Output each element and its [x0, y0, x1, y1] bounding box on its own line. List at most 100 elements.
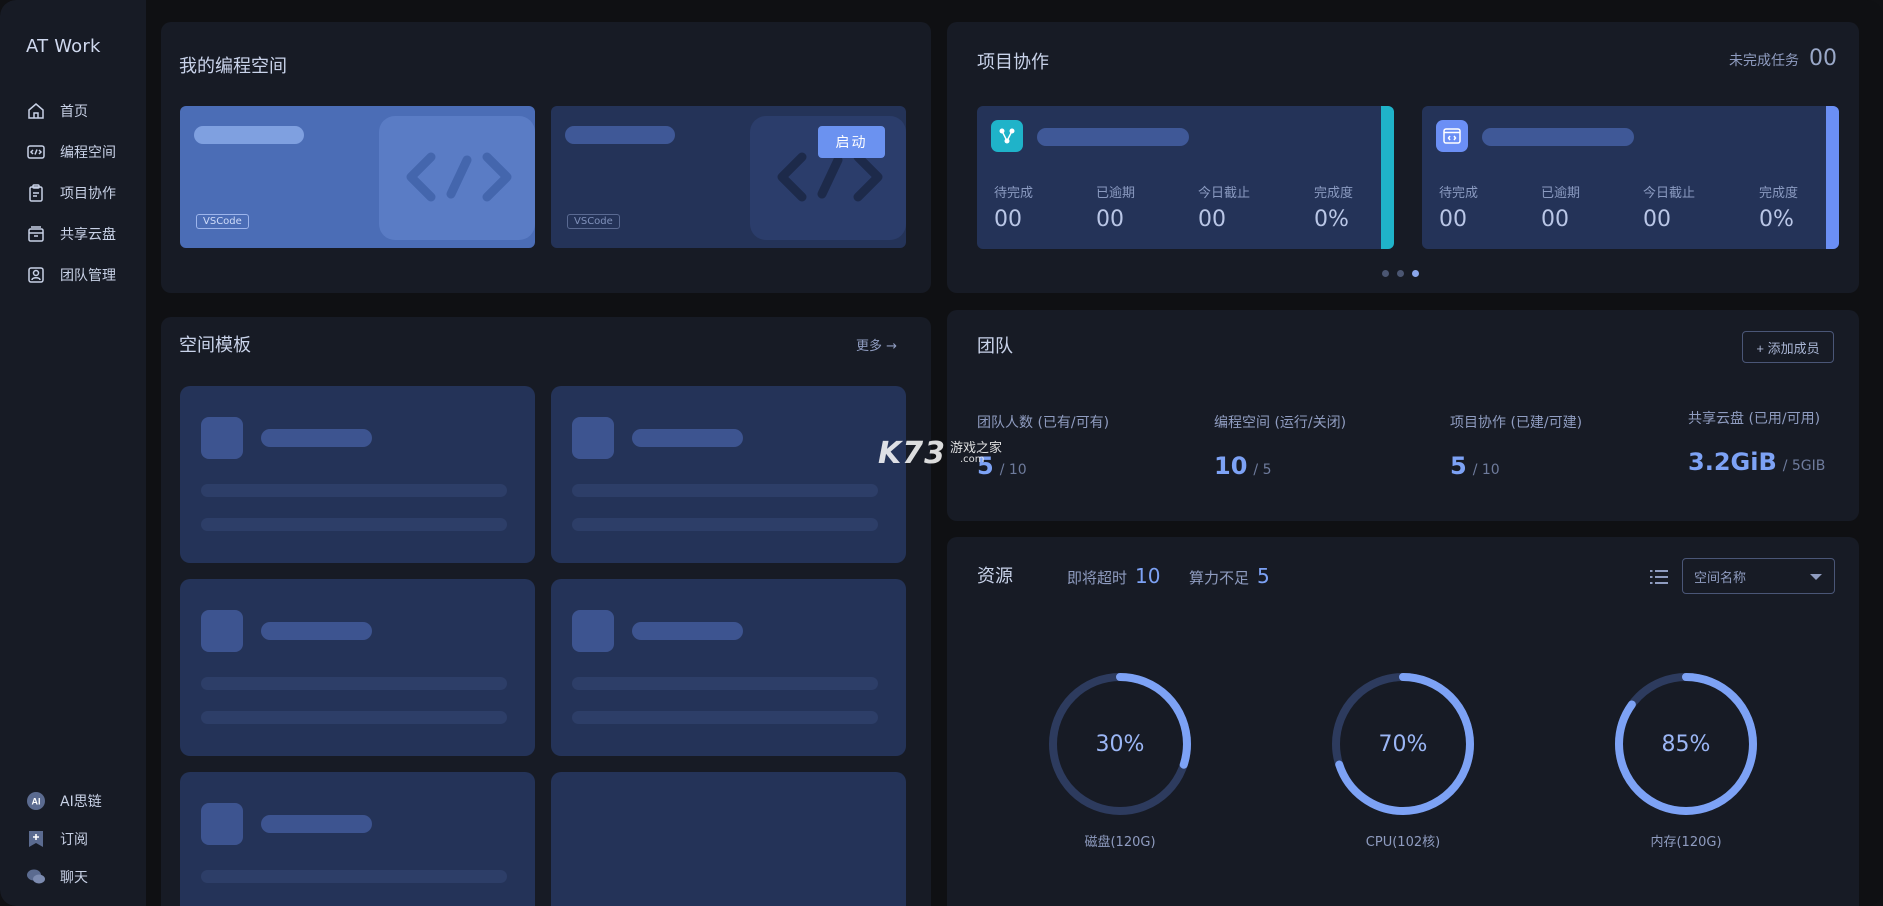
brand-logo: AT Work — [26, 36, 101, 57]
nav-label: 共享云盘 — [60, 226, 116, 243]
nav-label: 首页 — [60, 103, 88, 120]
list-icon[interactable] — [1650, 569, 1668, 585]
ide-tag: VSCode — [196, 214, 249, 229]
gauge-label: CPU(102核) — [1365, 835, 1441, 850]
pending-label: 未完成任务 — [1729, 53, 1799, 69]
template-card[interactable] — [180, 579, 535, 756]
nav-item-subscribe[interactable]: 订阅 — [26, 820, 136, 858]
more-link[interactable]: 更多 → — [856, 335, 897, 354]
carousel-dot[interactable] — [1397, 270, 1404, 277]
start-button[interactable]: 启动 — [818, 126, 885, 158]
stat-value: 0% — [1759, 207, 1794, 232]
projects-title: 项目协作 — [977, 52, 1049, 73]
stat-overdue: 已逾期 00 — [1096, 182, 1135, 232]
metric-label: 即将超时 — [1067, 569, 1128, 587]
templates-title: 空间模板 — [179, 335, 251, 356]
accent-bar — [1381, 106, 1394, 249]
code-window-icon — [1436, 120, 1468, 152]
gauge-percent: 70% — [1378, 731, 1428, 757]
stat-value: 3.2GiB — [1688, 448, 1777, 476]
card-title-placeholder — [565, 126, 675, 144]
template-icon-placeholder — [572, 610, 614, 652]
project-card[interactable]: 待完成 00 已逾期 00 今日截止 00 完成度 0% — [1422, 106, 1839, 249]
ai-icon: AI — [27, 792, 45, 810]
stat-value: 00 — [1198, 207, 1226, 232]
stat-value: 5 — [1450, 452, 1467, 480]
stat-value: 00 — [1541, 207, 1569, 232]
template-card[interactable] — [180, 772, 535, 906]
gauge-label: 内存(120G) — [1650, 835, 1722, 850]
template-title-placeholder — [632, 622, 743, 640]
project-card[interactable]: 待完成 00 已逾期 00 今日截止 00 完成度 0% — [977, 106, 1394, 249]
stat-label: 完成度 — [1759, 186, 1799, 201]
template-card-empty[interactable] — [551, 772, 906, 906]
workspace-title: 我的编程空间 — [179, 56, 287, 77]
template-desc-placeholder — [201, 518, 507, 531]
team-title: 团队 — [977, 336, 1013, 357]
nav-item-home[interactable]: 首页 — [26, 90, 136, 131]
stat-label: 团队人数 (已有/可有) — [977, 415, 1110, 431]
accent-bar — [1826, 106, 1839, 249]
nav-label: 项目协作 — [60, 185, 116, 202]
watermark-mark: K73 — [878, 436, 946, 471]
gauge-label: 磁盘(120G) — [1084, 835, 1156, 850]
cpu-gauge: 70% — [1328, 669, 1478, 819]
add-member-button[interactable]: + 添加成员 — [1742, 331, 1834, 363]
stat-value: 00 — [1096, 207, 1124, 232]
team-icon — [28, 266, 44, 283]
stat-value: 00 — [994, 207, 1022, 232]
bottom-nav: AI AI思链 订阅 聊天 — [26, 782, 136, 896]
space-name-select[interactable]: 空间名称 — [1682, 558, 1835, 594]
stat-label: 已逾期 — [1096, 186, 1136, 201]
carousel-dot[interactable] — [1382, 270, 1389, 277]
stat-total: / 10 — [999, 462, 1027, 478]
template-card[interactable] — [551, 386, 906, 563]
stat-label: 共享云盘 (已用/可用) — [1688, 411, 1821, 427]
template-title-placeholder — [261, 622, 372, 640]
watermark-domain: .com — [960, 454, 985, 465]
stat-overdue: 已逾期 00 — [1541, 182, 1580, 232]
chevron-down-icon — [1810, 574, 1822, 580]
nav-item-projects[interactable]: 项目协作 — [26, 172, 136, 213]
stat-label: 已逾期 — [1541, 186, 1581, 201]
stat-pending: 待完成 00 — [1439, 182, 1478, 232]
subscribe-icon — [29, 831, 43, 847]
nav-item-chat[interactable]: 聊天 — [26, 858, 136, 896]
stat-value: 00 — [1643, 207, 1671, 232]
nav-item-cloud-drive[interactable]: 共享云盘 — [26, 213, 136, 254]
carousel-dot[interactable] — [1412, 270, 1419, 277]
template-title-placeholder — [632, 429, 743, 447]
template-desc-placeholder — [201, 677, 507, 690]
clipboard-icon — [29, 183, 43, 202]
ide-tag: VSCode — [567, 214, 620, 229]
nav-item-ai[interactable]: AI AI思链 — [26, 782, 136, 820]
template-desc-placeholder — [572, 518, 878, 531]
project-name-placeholder — [1482, 128, 1634, 146]
stat-value: 0% — [1314, 207, 1349, 232]
sidebar: AT Work 首页 编程空间 项目协作 共享云盘 团队管理 AI AI思链 订… — [0, 0, 146, 906]
template-icon-placeholder — [201, 803, 243, 845]
svg-text:AI: AI — [32, 797, 41, 807]
main-nav: 首页 编程空间 项目协作 共享云盘 团队管理 — [26, 90, 136, 295]
workspace-card[interactable]: VSCode — [180, 106, 535, 248]
team-projects-stat: 项目协作 (已建/可建) 5 / 10 — [1450, 412, 1582, 480]
template-card[interactable] — [551, 579, 906, 756]
template-icon-placeholder — [201, 417, 243, 459]
resources-title: 资源 — [977, 566, 1013, 587]
stat-label: 项目协作 (已建/可建) — [1450, 415, 1583, 431]
metric-label: 算力不足 — [1189, 569, 1250, 587]
nav-item-team[interactable]: 团队管理 — [26, 254, 136, 295]
template-card[interactable] — [180, 386, 535, 563]
carousel-dots — [1382, 270, 1419, 277]
watermark-logo: K73 游戏之家 .com — [878, 436, 1002, 471]
gauge-percent: 30% — [1095, 731, 1145, 757]
nav-item-workspace[interactable]: 编程空间 — [26, 131, 136, 172]
stat-label: 编程空间 (运行/关闭) — [1214, 415, 1347, 431]
template-icon-placeholder — [201, 610, 243, 652]
code-bg-icon — [379, 116, 535, 240]
nav-label: AI思链 — [60, 794, 102, 810]
template-desc-placeholder — [572, 711, 878, 724]
metric-value: 5 — [1257, 564, 1270, 588]
stat-completion: 完成度 0% — [1314, 182, 1353, 232]
insufficient-metric: 算力不足 5 — [1189, 564, 1270, 588]
